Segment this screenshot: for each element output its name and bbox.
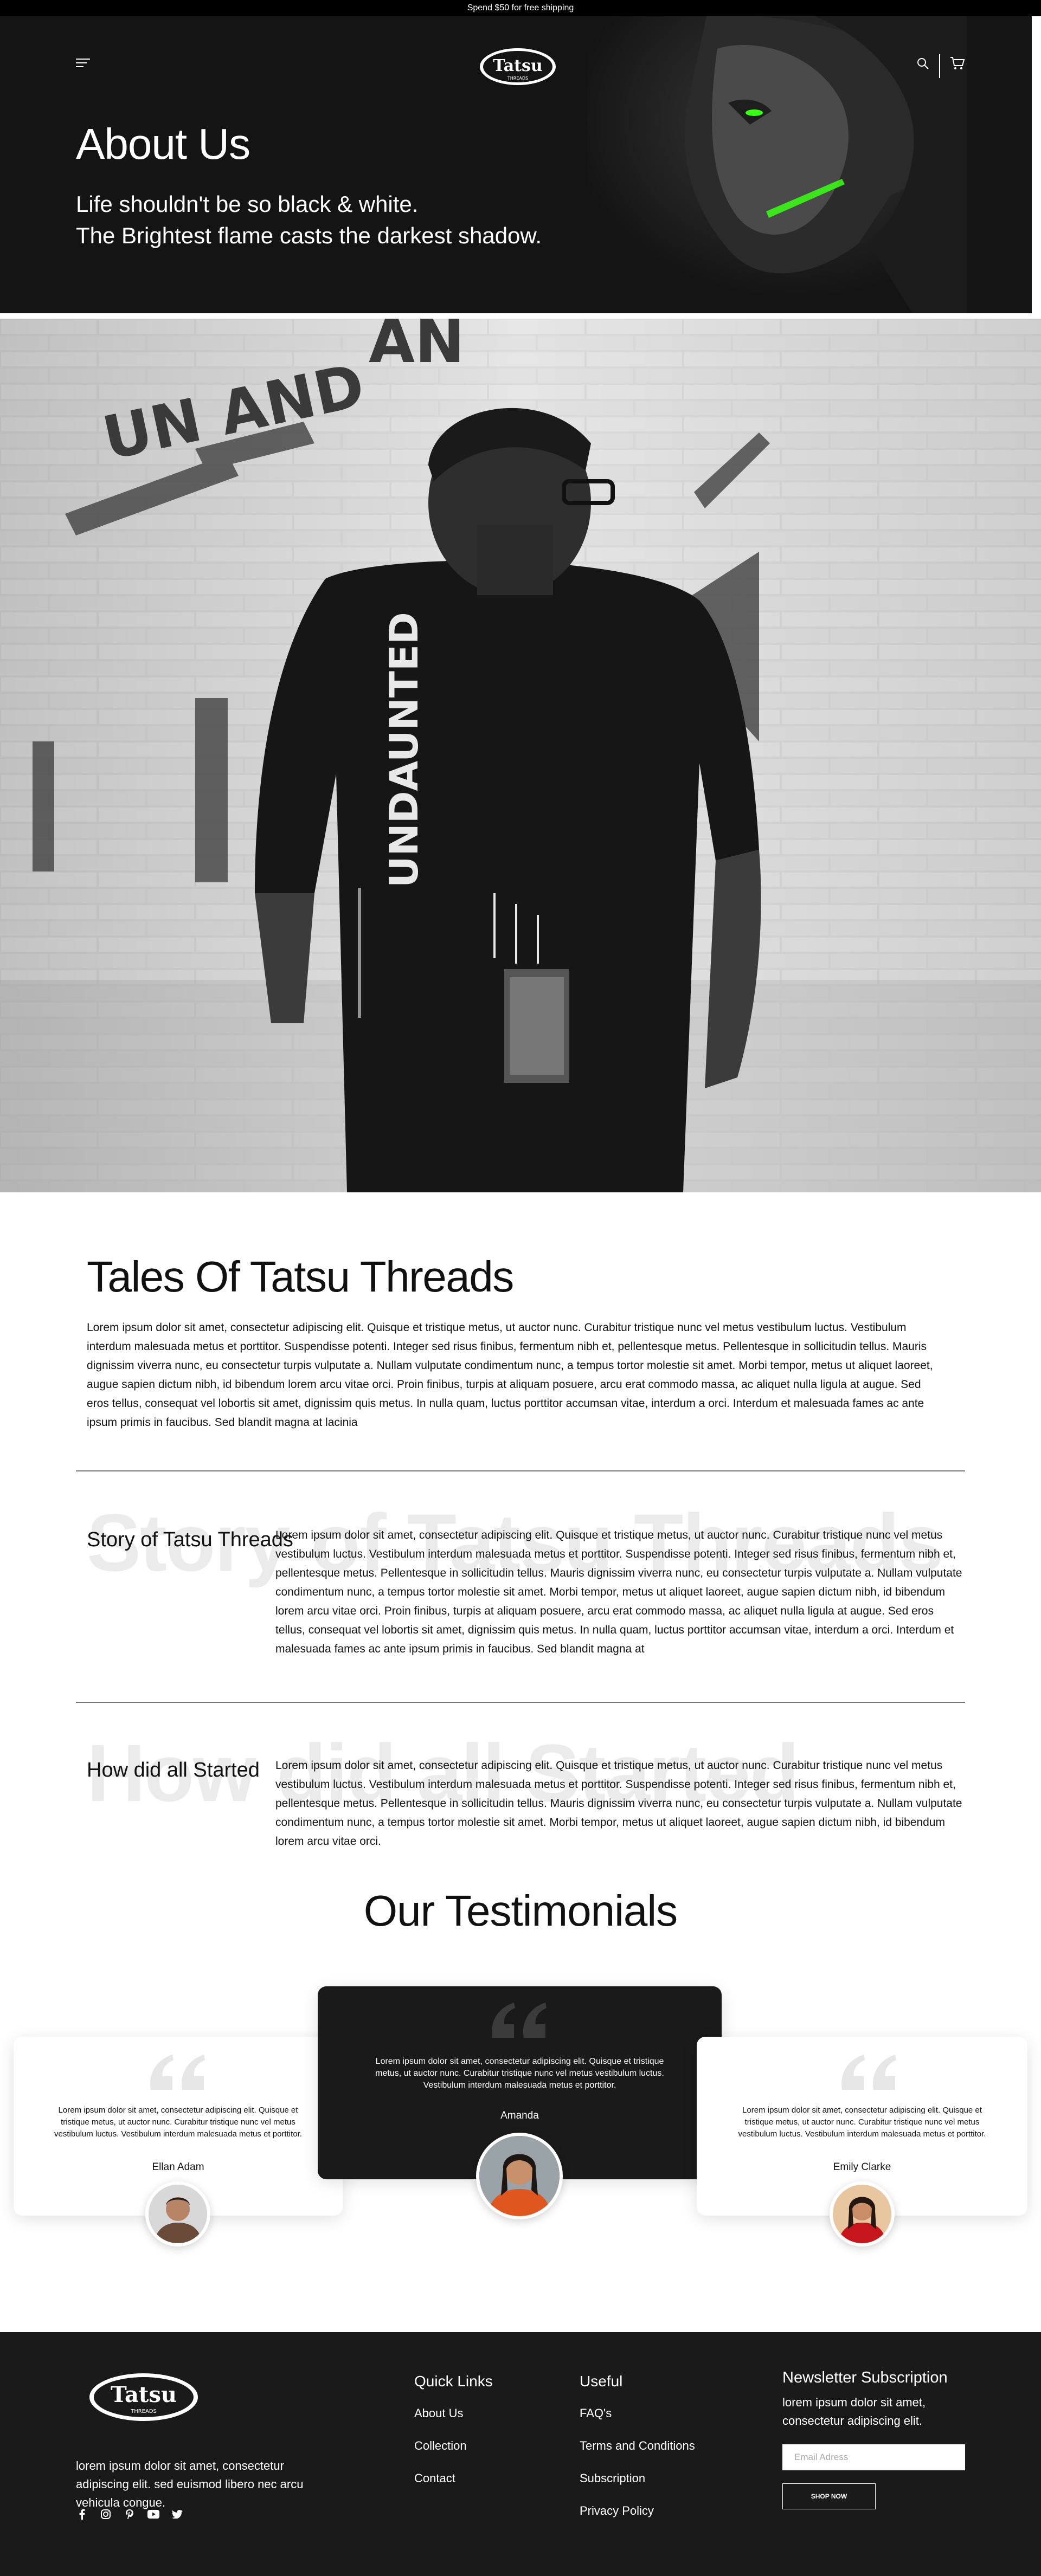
- quick-links-title: Quick Links: [414, 2373, 493, 2390]
- email-input[interactable]: [782, 2444, 965, 2470]
- footer-link-privacy-policy[interactable]: Privacy Policy: [580, 2504, 695, 2518]
- page-title: About Us: [76, 120, 250, 168]
- testimonial-name: Amanda: [500, 2110, 539, 2121]
- testimonials-title: Our Testimonials: [363, 1887, 678, 1935]
- site-footer: Tatsu THREADS lorem ipsum dolor sit amet…: [0, 2332, 1041, 2576]
- facebook-icon[interactable]: [76, 2508, 88, 2520]
- svg-text:Tatsu: Tatsu: [111, 2382, 177, 2407]
- story-label: Story of Tatsu Threads: [87, 1528, 293, 1551]
- hero-banner: Tatsu THREADS About Us Life shouldn't be…: [0, 16, 1032, 313]
- announcement-bar: Spend $50 for free shipping: [0, 0, 1041, 16]
- footer-link-subscription[interactable]: Subscription: [580, 2471, 695, 2485]
- tales-section: Tales Of Tatsu Threads Lorem ipsum dolor…: [87, 1252, 954, 1432]
- search-icon[interactable]: [916, 57, 929, 70]
- testimonial-name: Emily Clarke: [833, 2161, 891, 2173]
- footer-link-about-us[interactable]: About Us: [414, 2406, 493, 2420]
- newsletter-text: lorem ipsum dolor sit amet, consectetur …: [782, 2396, 926, 2427]
- pinterest-icon[interactable]: [124, 2508, 136, 2520]
- testimonial-card: Lorem ipsum dolor sit amet, consectetur …: [697, 2037, 1027, 2246]
- newsletter-subscription: Newsletter Subscription lorem ipsum dolo…: [782, 2369, 967, 2509]
- top-navigation: Tatsu THREADS: [0, 16, 1032, 85]
- testimonial-text: Lorem ipsum dolor sit amet, consectetur …: [375, 2057, 664, 2090]
- testimonial-name: Ellan Adam: [152, 2161, 204, 2173]
- instagram-icon[interactable]: [100, 2508, 112, 2520]
- social-links: [76, 2508, 183, 2520]
- started-label: How did all Started: [87, 1759, 260, 1781]
- footer-link-terms[interactable]: Terms and Conditions: [580, 2439, 695, 2453]
- avatar: [830, 2181, 895, 2246]
- footer-link-collection[interactable]: Collection: [414, 2439, 493, 2453]
- model-wearing-tshirt-image: AN UN AND UNDAUNTED: [0, 319, 1041, 1192]
- svg-text:AN: AN: [369, 319, 465, 376]
- hamburger-menu-icon[interactable]: [76, 59, 90, 68]
- quote-icon: [841, 2055, 896, 2090]
- story-section: Story of Tatsu Threads Story of Tatsu Th…: [76, 1496, 965, 1658]
- quote-icon: [150, 2055, 205, 2090]
- section-divider: [76, 1702, 965, 1703]
- svg-text:Tatsu: Tatsu: [493, 56, 542, 75]
- testimonial-card: Lorem ipsum dolor sit amet, consectetur …: [14, 2037, 343, 2246]
- cart-icon[interactable]: [950, 56, 965, 70]
- twitter-icon[interactable]: [171, 2508, 183, 2520]
- footer-useful-links: Useful FAQ's Terms and Conditions Subscr…: [580, 2373, 695, 2536]
- model-photo: AN UN AND UNDAUNTED: [0, 319, 1041, 1192]
- svg-text:THREADS: THREADS: [507, 76, 528, 81]
- started-section: How did all Started How did all Started …: [76, 1726, 965, 1848]
- tshirt-print-text: UNDAUNTED: [381, 612, 427, 888]
- section-divider: [76, 1470, 965, 1471]
- story-body: Lorem ipsum dolor sit amet, consectetur …: [275, 1529, 962, 1655]
- hero-subtitle-line-2: The Brightest flame casts the darkest sh…: [76, 223, 542, 248]
- footer-link-faqs[interactable]: FAQ's: [580, 2406, 695, 2420]
- glowing-eye: [746, 109, 763, 116]
- footer-about-text: lorem ipsum dolor sit amet, consectetur …: [76, 2459, 304, 2509]
- announcement-text: Spend $50 for free shipping: [467, 3, 574, 12]
- nav-divider: [939, 54, 940, 78]
- useful-title: Useful: [580, 2373, 623, 2390]
- footer-quick-links: Quick Links About Us Collection Contact: [414, 2373, 493, 2504]
- footer-logo[interactable]: Tatsu THREADS: [87, 2367, 201, 2427]
- newsletter-title: Newsletter Subscription: [782, 2369, 948, 2386]
- youtube-icon[interactable]: [147, 2508, 159, 2520]
- started-body: Lorem ipsum dolor sit amet, consectetur …: [275, 1759, 962, 1848]
- hero-subtitle-line-1: Life shouldn't be so black & white.: [76, 191, 419, 217]
- avatar: [145, 2181, 210, 2246]
- tales-title: Tales Of Tatsu Threads: [87, 1253, 514, 1301]
- avatar: [476, 2133, 563, 2219]
- footer-link-contact[interactable]: Contact: [414, 2471, 493, 2485]
- shop-now-button[interactable]: SHOP NOW: [782, 2483, 876, 2509]
- testimonial-card-featured: Lorem ipsum dolor sit amet, consectetur …: [318, 1986, 722, 2219]
- tatsu-threads-logo[interactable]: Tatsu THREADS: [477, 41, 558, 93]
- hero-subtitle: Life shouldn't be so black & white. The …: [76, 189, 542, 251]
- testimonial-text: Lorem ipsum dolor sit amet, consectetur …: [54, 2106, 302, 2139]
- tales-body: Lorem ipsum dolor sit amet, consectetur …: [87, 1321, 933, 1429]
- testimonial-text: Lorem ipsum dolor sit amet, consectetur …: [738, 2106, 986, 2139]
- svg-text:THREADS: THREADS: [130, 2409, 157, 2414]
- quote-icon: [492, 2003, 547, 2038]
